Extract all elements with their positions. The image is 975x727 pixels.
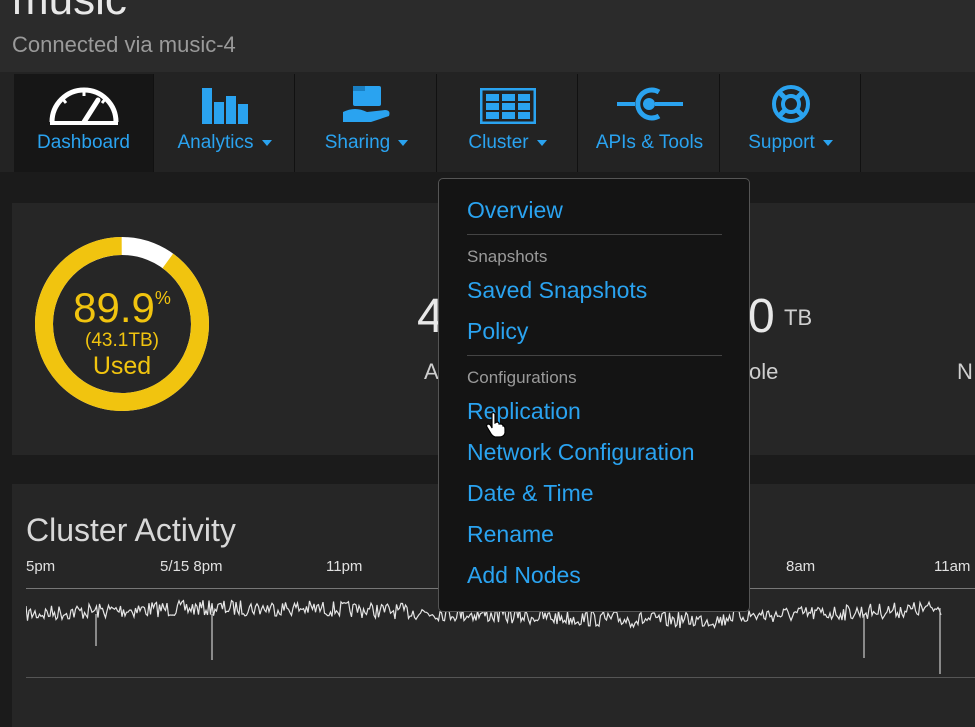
life-ring-icon (771, 85, 810, 123)
usage-label: Used (92, 352, 152, 380)
activity-title: Cluster Activity (26, 512, 236, 548)
connection-status: Connected via music-4 (12, 32, 236, 57)
menu-item-policy[interactable]: Policy (467, 318, 528, 345)
menu-divider (467, 234, 722, 235)
chevron-down-icon (398, 139, 409, 146)
usage-readout: 89.9% (43.1TB) Used (34, 236, 210, 412)
bar-chart-icon (201, 88, 248, 124)
tab-cluster[interactable]: Cluster (438, 74, 578, 172)
tab-dashboard[interactable]: Dashboard (14, 74, 154, 172)
hand-folder-icon (342, 86, 389, 122)
hand-cursor-icon (486, 412, 506, 438)
app-header: music Connected via music-4 (0, 0, 975, 72)
time-tick: 8am (786, 558, 816, 575)
usage-tb: (43.1TB) (85, 330, 159, 351)
menu-item-date-time[interactable]: Date & Time (467, 480, 594, 507)
time-tick: 11pm (326, 558, 363, 575)
percent-sign: % (154, 288, 171, 308)
menu-header-configurations: Configurations (467, 368, 577, 387)
stat-usable-label: ole (749, 359, 779, 384)
stat-available-label: A (424, 359, 439, 384)
tab-analytics[interactable]: Analytics (155, 74, 295, 172)
menu-item-overview[interactable]: Overview (467, 197, 563, 224)
cluster-grid-icon (479, 88, 536, 124)
gauge-icon (49, 87, 118, 125)
tab-label: Dashboard (37, 132, 130, 153)
cluster-dropdown-menu: Overview Snapshots Saved Snapshots Polic… (438, 178, 750, 612)
menu-item-rename[interactable]: Rename (467, 521, 554, 548)
menu-item-saved-snapshots[interactable]: Saved Snapshots (467, 277, 647, 304)
tab-support[interactable]: Support (721, 74, 861, 172)
time-tick: 5pm (26, 558, 56, 575)
menu-header-snapshots: Snapshots (467, 247, 548, 266)
menu-item-replication[interactable]: Replication (467, 398, 581, 425)
tab-label: Sharing (324, 132, 391, 153)
menu-item-add-nodes[interactable]: Add Nodes (467, 562, 581, 589)
tab-sharing[interactable]: Sharing (297, 74, 437, 172)
graph-baseline (26, 677, 975, 678)
tab-label: Analytics (177, 132, 254, 153)
app-title: music (12, 0, 127, 22)
stat-third-label: N (957, 359, 973, 384)
main-nav: Dashboard Analytics Sharing Cluster APIs… (0, 72, 975, 172)
chevron-down-icon (822, 139, 833, 146)
tab-label: Cluster (468, 132, 529, 153)
menu-divider (467, 355, 722, 356)
chevron-down-icon (261, 139, 272, 146)
tab-label: APIs & Tools (595, 132, 704, 153)
stat-usable-unit: TB (784, 305, 813, 330)
api-plug-icon (616, 87, 683, 121)
menu-item-network-configuration[interactable]: Network Configuration (467, 439, 695, 466)
tab-apis-tools[interactable]: APIs & Tools (580, 74, 720, 172)
usage-percent: 89.9 (73, 284, 155, 331)
chevron-down-icon (536, 139, 547, 146)
tab-label: Support (748, 132, 815, 153)
time-tick: 11am (934, 558, 971, 575)
time-tick: 5/15 8pm (160, 558, 223, 575)
stat-usable-value: 0 (748, 290, 775, 343)
